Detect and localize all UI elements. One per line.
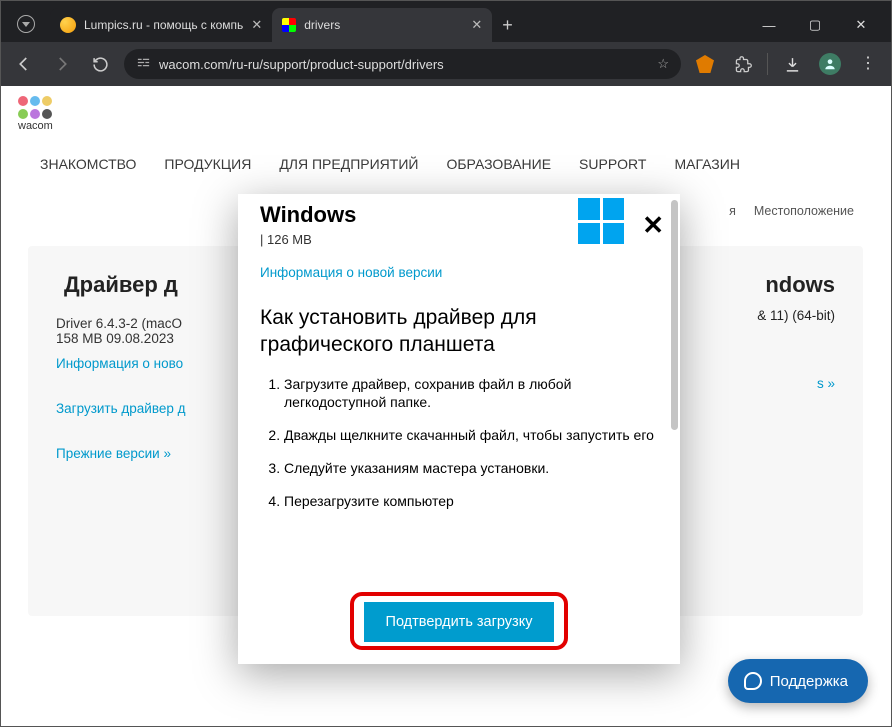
download-modal: ✕ Windows | 126 MB Информация о новой ве… [238, 194, 680, 664]
mac-info-link[interactable]: Информация о ново [56, 356, 183, 371]
list-item: Перезагрузите компьютер [284, 492, 658, 511]
browser-toolbar: wacom.com/ru-ru/support/product-support/… [0, 42, 892, 86]
window-controls: — ▢ ✕ [746, 8, 884, 42]
chat-icon [744, 672, 762, 690]
wacom-logo[interactable]: wacom [18, 96, 58, 132]
site-settings-icon[interactable] [136, 55, 151, 73]
maximize-button[interactable]: ▢ [792, 8, 838, 42]
nav-item[interactable]: ДЛЯ ПРЕДПРИЯТИЙ [279, 156, 418, 172]
profile-button[interactable] [816, 50, 844, 78]
nav-item[interactable]: ОБРАЗОВАНИЕ [446, 156, 551, 172]
extension-fox-icon[interactable] [691, 50, 719, 78]
nav-item[interactable]: МАГАЗИН [674, 156, 739, 172]
windows-icon [578, 198, 624, 244]
support-label: Поддержка [770, 673, 848, 690]
browser-tab-1[interactable]: drivers ✕ [272, 8, 492, 42]
main-nav: ЗНАКОМСТВО ПРОДУКЦИЯ ДЛЯ ПРЕДПРИЯТИЙ ОБР… [40, 156, 852, 172]
mac-download-link[interactable]: Загрузить драйвер д [56, 401, 186, 416]
list-item: Следуйте указаниям мастера установки. [284, 459, 658, 478]
kebab-menu[interactable]: ⋮ [854, 50, 882, 78]
logo-text: wacom [18, 120, 58, 132]
browser-tab-bar: Lumpics.ru - помощь с компь ✕ drivers ✕ … [0, 0, 892, 42]
mac-prev-link[interactable]: Прежние версии » [56, 446, 171, 461]
forward-button[interactable] [48, 50, 76, 78]
favicon-wacom [282, 18, 296, 32]
list-item: Загрузите драйвер, сохранив файл в любой… [284, 375, 658, 413]
list-item: Дважды щелкните скачанный файл, чтобы за… [284, 426, 658, 445]
modal-info-link[interactable]: Информация о новой версии [260, 265, 442, 280]
new-tab-button[interactable]: + [492, 8, 523, 42]
support-fab[interactable]: Поддержка [728, 659, 868, 703]
tab-title: Lumpics.ru - помощь с компь [84, 18, 243, 32]
reload-button[interactable] [86, 50, 114, 78]
confirm-download-button[interactable]: Подтвердить загрузку [364, 602, 555, 642]
close-icon[interactable]: ✕ [251, 17, 262, 33]
bookmark-icon[interactable]: ☆ [657, 56, 669, 72]
page-content: wacom ЗНАКОМСТВО ПРОДУКЦИЯ ДЛЯ ПРЕДПРИЯТ… [0, 86, 892, 727]
tab-search-button[interactable] [8, 6, 44, 42]
win-link[interactable]: s » [817, 376, 835, 391]
sub-row: я Местоположение [729, 204, 854, 218]
tab-title: drivers [304, 18, 463, 32]
modal-scrollbar[interactable] [671, 200, 678, 430]
location-selector[interactable]: Местоположение [754, 204, 854, 218]
url-text: wacom.com/ru-ru/support/product-support/… [159, 57, 649, 72]
extensions-icon[interactable] [729, 50, 757, 78]
modal-steps: Загрузите драйвер, сохранив файл в любой… [260, 375, 658, 511]
favicon-lumpics [60, 17, 76, 33]
close-icon[interactable]: ✕ [471, 17, 482, 33]
nav-item[interactable]: SUPPORT [579, 156, 646, 172]
browser-tab-0[interactable]: Lumpics.ru - помощь с компь ✕ [50, 8, 272, 42]
language-selector[interactable]: я [729, 204, 736, 218]
driver-win-title: ndows [765, 272, 835, 298]
minimize-button[interactable]: — [746, 8, 792, 42]
downloads-icon[interactable] [778, 50, 806, 78]
nav-item[interactable]: ЗНАКОМСТВО [40, 156, 136, 172]
modal-close-button[interactable]: ✕ [642, 210, 664, 241]
address-bar[interactable]: wacom.com/ru-ru/support/product-support/… [124, 49, 681, 79]
back-button[interactable] [10, 50, 38, 78]
nav-item[interactable]: ПРОДУКЦИЯ [164, 156, 251, 172]
close-window-button[interactable]: ✕ [838, 8, 884, 42]
modal-heading: Как установить драйвер для графического … [260, 304, 658, 359]
driver-win-meta: & 11) (64-bit) [757, 308, 835, 323]
